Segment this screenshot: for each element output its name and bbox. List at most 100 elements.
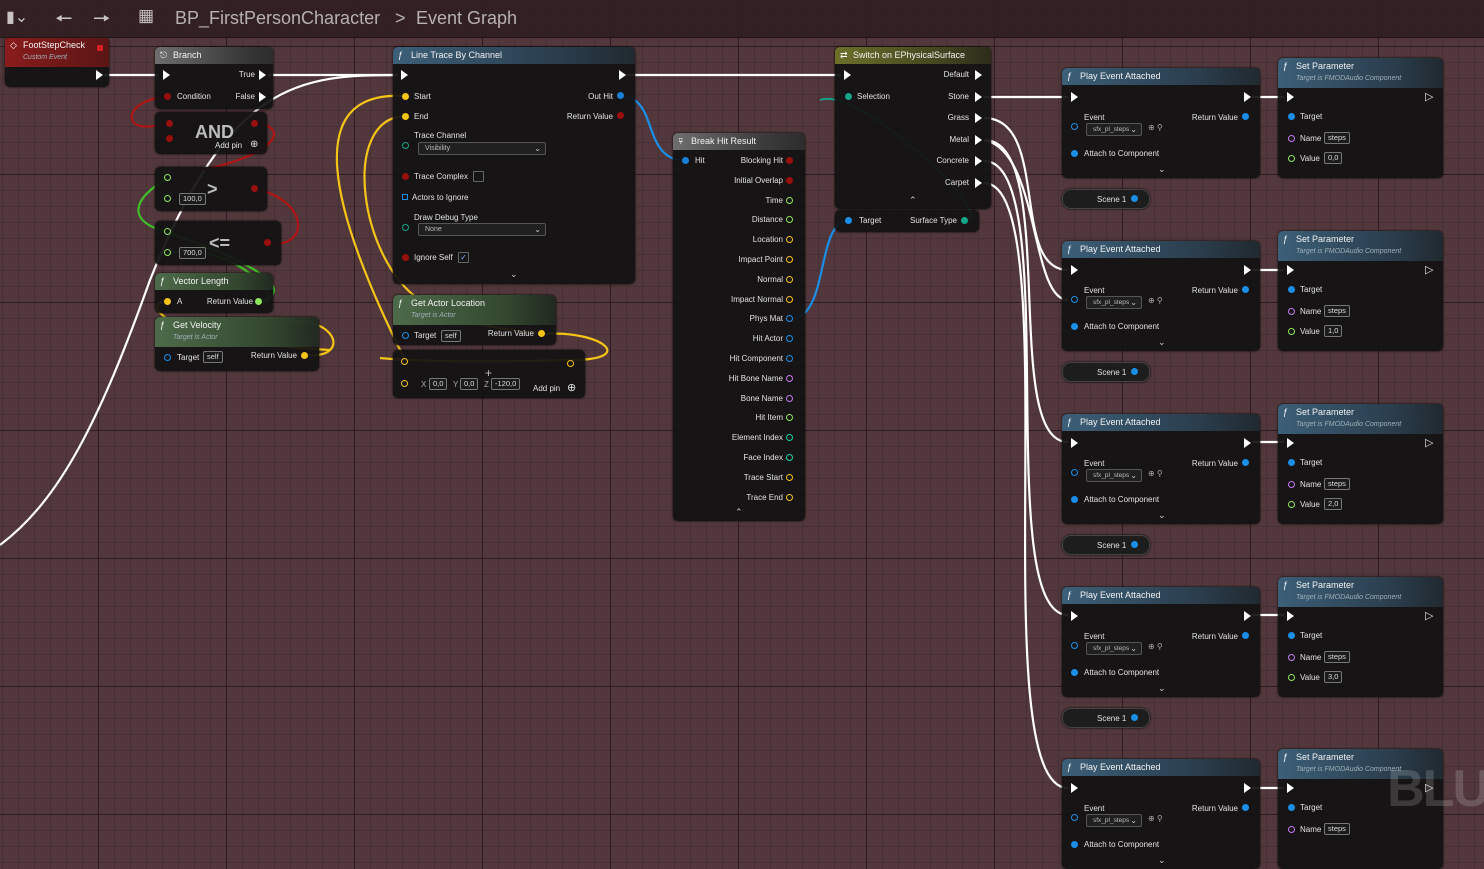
get-actor-location-node[interactable]: ƒ Get Actor Location Target is Actor Tar… [393, 295, 556, 345]
return-value-pin[interactable] [255, 298, 262, 305]
return-value-pin[interactable] [1242, 804, 1249, 811]
value-input[interactable]: 1,0 [1324, 325, 1343, 337]
output-pin[interactable] [786, 434, 793, 442]
switch-case-exec-pin[interactable] [975, 91, 982, 102]
output-pin[interactable] [786, 157, 793, 164]
draw-debug-dropdown[interactable]: None ⌄ [418, 223, 546, 236]
vector-a-pin[interactable] [164, 298, 171, 305]
get-surface-type-node[interactable]: Target Surface Type [835, 210, 979, 232]
target-pin[interactable] [845, 217, 852, 224]
delegate-pin[interactable] [97, 45, 103, 51]
event-asset-dropdown[interactable]: sfx_pl_steps ⌄ [1086, 469, 1142, 482]
output-pin[interactable] [786, 473, 793, 481]
exec-in-pin[interactable] [1071, 438, 1078, 448]
breadcrumb-graph[interactable]: Event Graph [416, 8, 517, 29]
attach-component-pin[interactable] [1071, 669, 1078, 676]
set-parameter-node[interactable]: ƒ Set Parameter Target is FMODAudio Comp… [1278, 577, 1443, 697]
play-event-attached-node[interactable]: ƒ Play Event Attached Event sfx_pl_steps… [1062, 68, 1260, 178]
set-parameter-node[interactable]: ƒ Set Parameter Target is FMODAudio Comp… [1278, 231, 1443, 351]
event-asset-dropdown[interactable]: sfx_pl_steps ⌄ [1086, 642, 1142, 655]
exec-in-pin[interactable] [1287, 438, 1294, 448]
asset-actions-icon[interactable]: ⊕ ⚲ [1148, 469, 1163, 478]
name-input[interactable]: steps [1324, 305, 1350, 317]
scene-component-node[interactable]: Scene 1 [1062, 708, 1150, 728]
return-value-pin[interactable] [1242, 113, 1249, 120]
add-input-a-pin[interactable] [401, 358, 408, 365]
less-equal-node[interactable]: 700,0 <= [155, 221, 281, 265]
asset-actions-icon[interactable]: ⊕ ⚲ [1148, 123, 1163, 132]
ignore-self-pin[interactable] [402, 254, 409, 261]
target-pin[interactable] [1288, 804, 1295, 811]
exec-in-pin[interactable] [1071, 783, 1078, 793]
collapse-chevron-icon[interactable]: ⌄ [510, 269, 518, 280]
vector-y-input[interactable]: 0,0 [460, 378, 479, 390]
greater-input-b-pin[interactable] [164, 195, 171, 202]
false-exec-pin[interactable] [259, 92, 266, 102]
set-parameter-node[interactable]: ƒ Set Parameter Target is FMODAudio Comp… [1278, 58, 1443, 178]
switch-case-exec-pin[interactable] [975, 134, 982, 145]
lesseq-output-pin[interactable] [264, 239, 271, 246]
attach-component-pin[interactable] [1071, 841, 1078, 848]
collapse-chevron-icon[interactable]: ⌄ [1158, 510, 1166, 521]
add-output-pin[interactable] [567, 360, 574, 367]
exec-out-pin[interactable] [1244, 438, 1251, 448]
play-event-attached-node[interactable]: ƒ Play Event Attached Event sfx_pl_steps… [1062, 241, 1260, 351]
ignore-self-checkbox[interactable]: ✓ [458, 252, 469, 263]
out-hit-pin[interactable] [617, 92, 624, 99]
attach-component-pin[interactable] [1071, 323, 1078, 330]
and-output-pin[interactable] [251, 120, 258, 127]
target-self-input[interactable]: self [203, 351, 223, 363]
and-input-a-pin[interactable] [166, 120, 173, 127]
target-pin[interactable] [1288, 286, 1295, 293]
trace-channel-dropdown[interactable]: Visibility ⌄ [418, 142, 546, 155]
return-value-pin[interactable] [1242, 632, 1249, 639]
output-pin[interactable] [786, 295, 793, 303]
value-input[interactable]: 0,0 [1324, 152, 1343, 164]
condition-pin[interactable] [164, 93, 171, 100]
name-input[interactable]: steps [1324, 651, 1350, 663]
greater-value-input[interactable]: 100,0 [179, 193, 206, 205]
name-pin[interactable] [1288, 826, 1295, 833]
attach-component-pin[interactable] [1071, 496, 1078, 503]
output-pin[interactable] [786, 454, 793, 461]
return-value-pin[interactable] [301, 352, 308, 359]
and-node[interactable]: AND Add pin ⊕ [155, 112, 267, 154]
exec-out-pin[interactable] [1244, 265, 1251, 275]
return-value-pin[interactable] [1242, 459, 1249, 466]
greater-node[interactable]: 100,0 > [155, 167, 267, 211]
name-input[interactable]: steps [1324, 478, 1350, 490]
switch-physical-surface-node[interactable]: ⇄ Switch on EPhysicalSurface Selection ⌃… [835, 47, 991, 209]
add-pin-label[interactable]: Add pin [215, 141, 242, 150]
output-pin[interactable] [786, 493, 793, 501]
exec-in-pin[interactable] [1071, 92, 1078, 102]
target-pin[interactable] [1288, 113, 1295, 120]
attach-component-pin[interactable] [1071, 150, 1078, 157]
exec-in-pin[interactable] [1287, 92, 1294, 102]
play-event-attached-node[interactable]: ƒ Play Event Attached Event sfx_pl_steps… [1062, 759, 1260, 869]
switch-case-exec-pin[interactable] [975, 156, 982, 167]
exec-in-pin[interactable] [844, 70, 851, 80]
greater-input-a-pin[interactable] [164, 174, 171, 181]
switch-case-exec-pin[interactable] [975, 70, 982, 80]
collapse-chevron-icon[interactable]: ⌄ [1158, 337, 1166, 348]
actors-ignore-pin[interactable] [402, 194, 408, 200]
branch-node[interactable]: ⎋ Branch True Condition False [155, 47, 273, 109]
add-pin-icon[interactable]: ⊕ [567, 381, 576, 394]
exec-out-pin[interactable] [1244, 611, 1251, 621]
target-pin[interactable] [402, 332, 409, 339]
switch-case-exec-pin[interactable] [975, 113, 982, 124]
play-event-attached-node[interactable]: ƒ Play Event Attached Event sfx_pl_steps… [1062, 587, 1260, 697]
output-pin[interactable] [786, 374, 793, 382]
scene-output-pin[interactable] [1131, 368, 1138, 375]
vector-add-node[interactable]: X 0,0 Y 0,0 Z -120,0 + Add pin ⊕ [393, 350, 585, 398]
selection-pin[interactable] [845, 93, 852, 100]
exec-in-pin[interactable] [1071, 265, 1078, 275]
name-pin[interactable] [1288, 308, 1295, 315]
exec-out-pin[interactable] [619, 70, 626, 80]
set-parameter-node[interactable]: ƒ Set Parameter Target is FMODAudio Comp… [1278, 404, 1443, 524]
scene-output-pin[interactable] [1131, 714, 1138, 721]
exec-in-pin[interactable] [401, 70, 408, 80]
line-trace-by-channel-node[interactable]: ƒ Line Trace By Channel Start Out Hit En… [393, 47, 635, 284]
vector-length-node[interactable]: ƒ Vector Length A Return Value [155, 273, 273, 313]
vector-x-input[interactable]: 0,0 [429, 378, 448, 390]
